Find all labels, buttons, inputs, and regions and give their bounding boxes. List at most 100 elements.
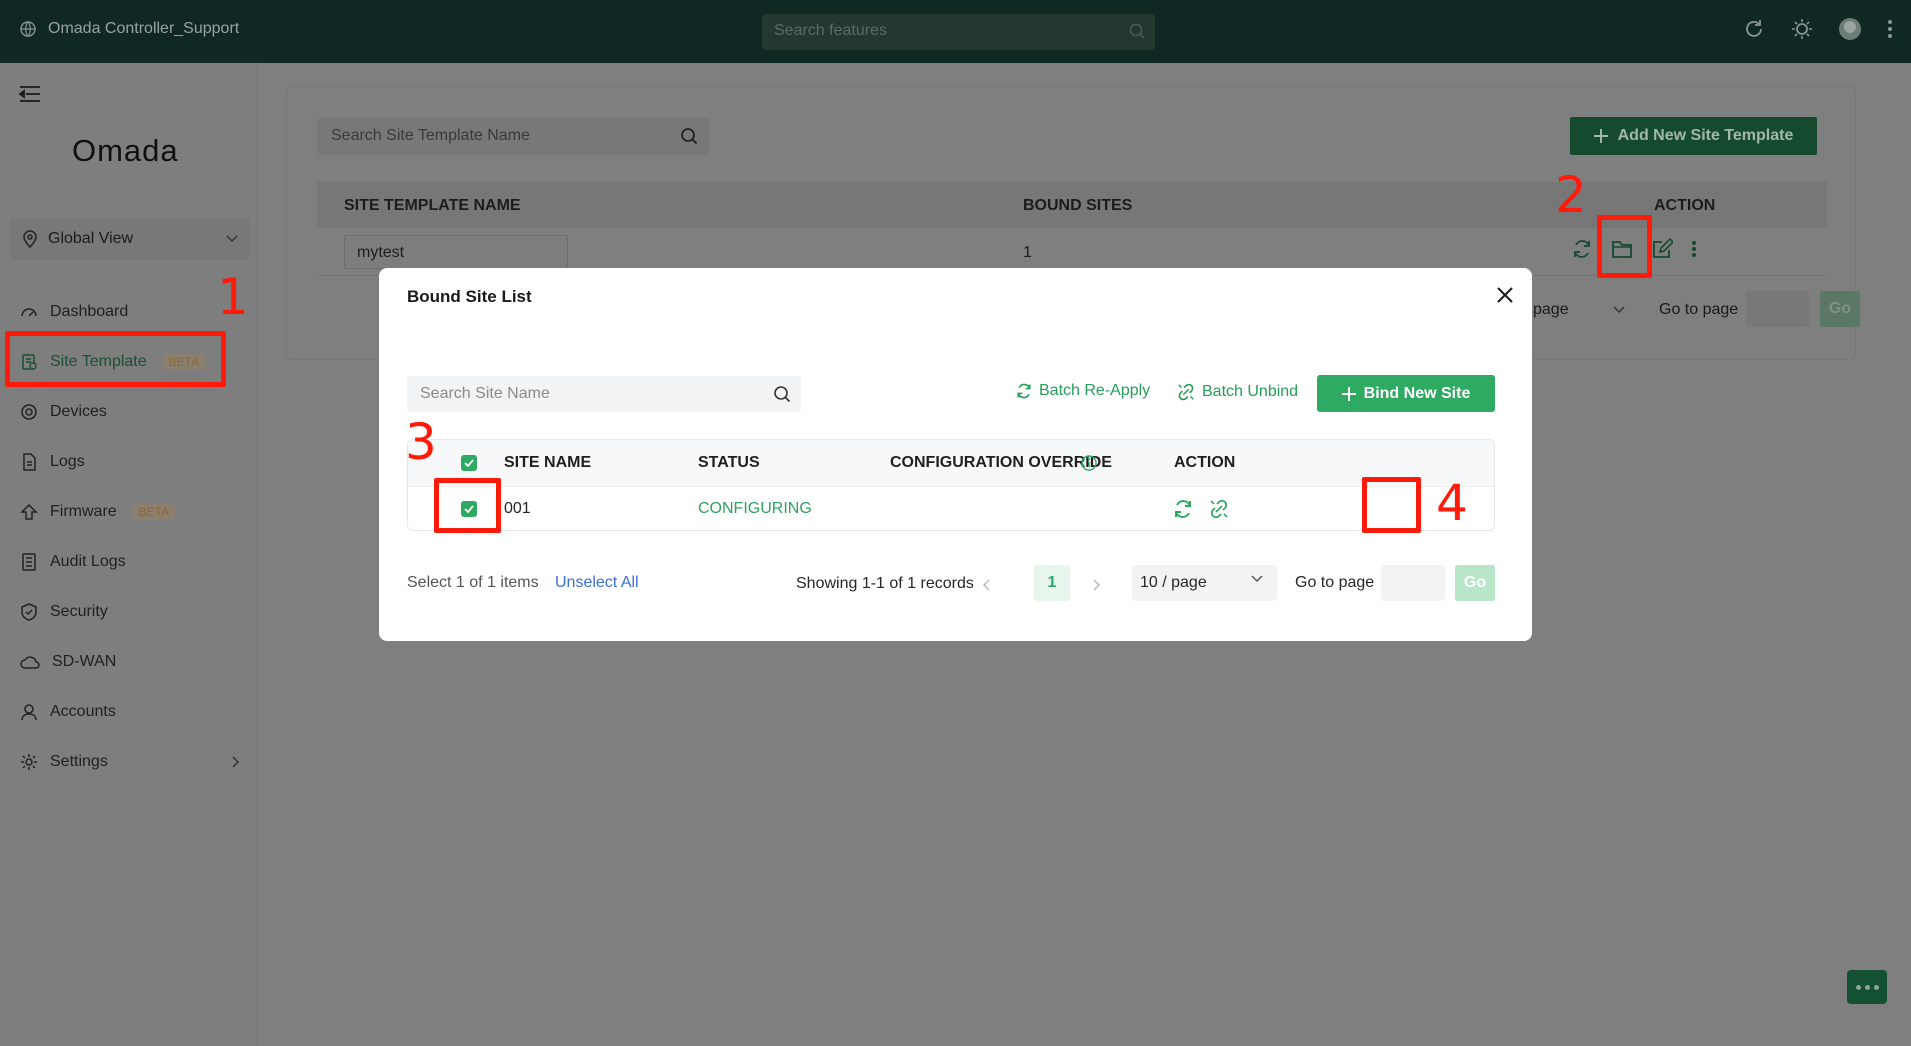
- sidebar-item-label: Settings: [50, 753, 108, 770]
- sidebar-item-label: Accounts: [50, 703, 116, 720]
- firmware-icon: [20, 503, 38, 520]
- goto-page-input[interactable]: [1746, 291, 1809, 327]
- col-action: ACTION: [1654, 197, 1716, 214]
- chevron-down-icon: [1613, 306, 1625, 314]
- site-template-search-placeholder: Search Site Template Name: [331, 127, 530, 144]
- sidebar-item-label: SD-WAN: [52, 653, 117, 670]
- search-icon: [681, 128, 698, 145]
- add-new-site-template-button[interactable]: Add New Site Template: [1570, 117, 1817, 155]
- page-size-select[interactable]: 10 / page: [1132, 565, 1277, 601]
- theme-sun-icon[interactable]: [1791, 18, 1813, 40]
- plus-icon: [1593, 129, 1608, 143]
- sidebar-item-devices[interactable]: Devices: [0, 387, 258, 437]
- table-row: 001 CONFIGURING: [408, 486, 1494, 530]
- bound-site-list-modal: Bound Site List Search Site Name Batch R…: [379, 268, 1532, 641]
- sidebar: Omada Global View Dashboard Site Templat…: [0, 63, 258, 1046]
- sidebar-item-audit-logs[interactable]: Audit Logs: [0, 537, 258, 587]
- col-action: ACTION: [1174, 454, 1236, 471]
- annotation-box-checkbox: [434, 478, 501, 533]
- col-configuration-override: CONFIGURATION OVERRIDE: [890, 454, 1112, 471]
- chevron-left-icon[interactable]: [982, 577, 992, 593]
- sidebar-item-accounts[interactable]: Accounts: [0, 687, 258, 737]
- reapply-icon: [1017, 383, 1031, 399]
- checkmark-icon: [464, 459, 474, 467]
- site-template-search-input[interactable]: Search Site Template Name: [317, 118, 710, 155]
- annotation-number-3: 3: [405, 413, 437, 471]
- chat-support-button[interactable]: [1847, 970, 1887, 1004]
- goto-page-label: Go to page: [1659, 301, 1739, 318]
- sidebar-item-label: Dashboard: [50, 303, 129, 320]
- search-icon: [1129, 23, 1145, 39]
- page-number-current[interactable]: 1: [1034, 565, 1070, 601]
- logs-icon: [23, 453, 36, 471]
- batch-reapply-button[interactable]: Batch Re-Apply: [1015, 382, 1150, 400]
- edit-icon[interactable]: [1651, 238, 1673, 260]
- annotation-box-unbind: [1362, 477, 1421, 533]
- bind-new-site-button[interactable]: Bind New Site: [1317, 375, 1495, 412]
- sidebar-item-security[interactable]: Security: [0, 587, 258, 637]
- sidebar-item-logs[interactable]: Logs: [0, 437, 258, 487]
- controller-brand[interactable]: Omada Controller_Support: [20, 20, 239, 38]
- goto-page-input[interactable]: [1381, 565, 1445, 601]
- sidebar-item-sd-wan[interactable]: SD-WAN: [0, 637, 258, 687]
- page-size-partial[interactable]: page: [1533, 301, 1569, 319]
- reapply-icon[interactable]: [1571, 238, 1593, 260]
- select-all-checkbox[interactable]: [461, 455, 477, 471]
- annotation-number-4: 4: [1436, 474, 1468, 532]
- omada-logo: Omada: [72, 133, 179, 168]
- site-scope-selector[interactable]: Global View: [10, 218, 250, 260]
- site-name-search-placeholder: Search Site Name: [420, 385, 550, 402]
- records-summary: Showing 1-1 of 1 records: [796, 575, 974, 592]
- col-status: STATUS: [698, 454, 760, 471]
- plus-icon: [1341, 386, 1356, 401]
- sidebar-item-label: Security: [50, 603, 108, 620]
- dashboard-icon: [21, 308, 37, 317]
- sidebar-item-label: Devices: [50, 403, 107, 420]
- sidebar-item-firmware[interactable]: Firmware BETA: [0, 487, 258, 537]
- close-icon[interactable]: [1496, 286, 1514, 304]
- globe-icon: [20, 21, 36, 37]
- avatar[interactable]: [1839, 18, 1861, 40]
- unselect-all-link[interactable]: Unselect All: [555, 574, 639, 592]
- batch-reapply-label: Batch Re-Apply: [1039, 382, 1151, 399]
- modal-footer: Select 1 of 1 items Unselect All Showing…: [407, 565, 1495, 605]
- top-bar: Omada Controller_Support Search features: [0, 0, 1911, 63]
- chevron-down-icon: [226, 235, 238, 243]
- location-pin-icon: [23, 230, 37, 248]
- search-icon: [774, 386, 791, 403]
- sidebar-item-settings[interactable]: Settings: [0, 737, 258, 787]
- more-vertical-icon[interactable]: [1691, 238, 1697, 260]
- site-name-search-input[interactable]: Search Site Name: [407, 376, 801, 412]
- go-button[interactable]: Go: [1820, 291, 1860, 327]
- status-badge: CONFIGURING: [698, 500, 812, 517]
- reapply-icon[interactable]: [1172, 498, 1194, 520]
- unlink-icon: [1178, 383, 1194, 401]
- collapse-menu-icon[interactable]: [19, 85, 41, 103]
- chevron-right-icon[interactable]: [1091, 577, 1101, 593]
- page-size-value: 10 / page: [1140, 574, 1207, 591]
- sidebar-item-label: Logs: [50, 453, 85, 470]
- cloud-icon: [20, 656, 40, 669]
- shield-icon: [21, 603, 37, 621]
- annotation-box-folder: [1597, 215, 1652, 278]
- annotation-box-site-template: [5, 331, 226, 387]
- annotation-number-2: 2: [1555, 166, 1587, 224]
- annotation-number-1: 1: [217, 268, 249, 326]
- batch-unbind-button[interactable]: Batch Unbind: [1176, 382, 1298, 402]
- add-new-site-template-label: Add New Site Template: [1617, 127, 1794, 144]
- more-vertical-icon[interactable]: [1887, 18, 1893, 40]
- unlink-icon[interactable]: [1208, 498, 1230, 520]
- feature-search-placeholder: Search features: [774, 22, 887, 39]
- beta-badge: BETA: [132, 504, 176, 520]
- template-name-cell[interactable]: mytest: [344, 235, 568, 269]
- refresh-icon[interactable]: [1743, 18, 1765, 40]
- col-bound-sites: BOUND SITES: [1023, 197, 1133, 214]
- info-icon[interactable]: [1080, 454, 1098, 472]
- modal-title: Bound Site List: [407, 287, 532, 306]
- feature-search-input[interactable]: Search features: [762, 14, 1155, 50]
- go-button[interactable]: Go: [1455, 565, 1495, 601]
- goto-page-label: Go to page: [1295, 574, 1375, 591]
- devices-icon: [21, 404, 37, 420]
- gear-icon: [21, 754, 37, 770]
- bound-sites-table-header: SITE NAME STATUS CONFIGURATION OVERRIDE …: [408, 440, 1494, 486]
